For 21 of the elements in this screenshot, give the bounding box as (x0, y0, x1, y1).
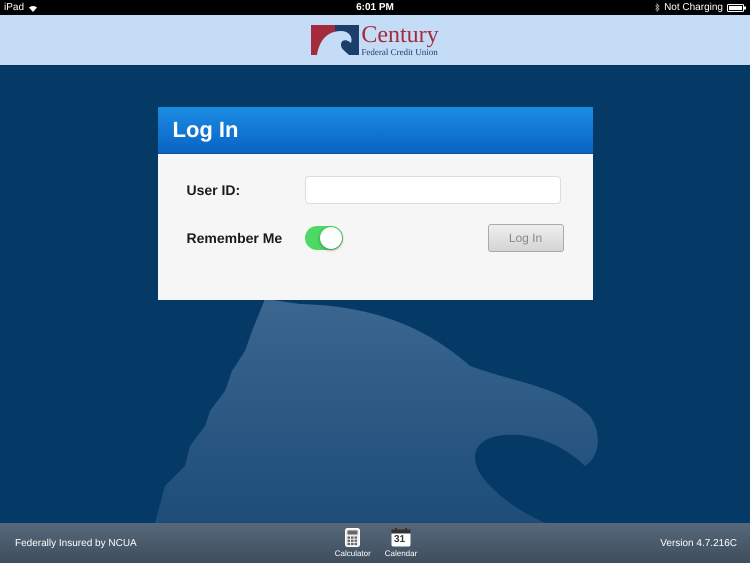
battery-icon (726, 4, 746, 12)
user-id-field[interactable] (304, 176, 560, 204)
user-id-label: User ID: (186, 182, 242, 198)
status-time: 6:01 PM (356, 2, 394, 13)
toolbar-label[interactable]: Calculator (334, 549, 371, 558)
eagle-logo-icon (311, 25, 360, 55)
charging-status: Not Charging (664, 2, 723, 13)
insurance-note: Federally Insured by NCUA (15, 538, 138, 548)
toolbar-label[interactable]: Calendar (384, 549, 418, 558)
login-title: Log In (158, 107, 592, 154)
logo-name: Century (361, 23, 439, 47)
wifi-icon (28, 4, 38, 12)
bluetooth-icon (655, 3, 660, 12)
calculator-icon (345, 528, 360, 547)
calendar-icon (391, 528, 411, 547)
logo-subtitle: Federal Credit Union (361, 48, 438, 57)
device-name: iPad (4, 2, 24, 13)
version-label: Version 4.7.216C (659, 538, 737, 548)
remember-me-label: Remember Me (186, 230, 284, 246)
calendar-date: 31 (394, 534, 406, 546)
remember-me-toggle[interactable] (304, 226, 342, 250)
